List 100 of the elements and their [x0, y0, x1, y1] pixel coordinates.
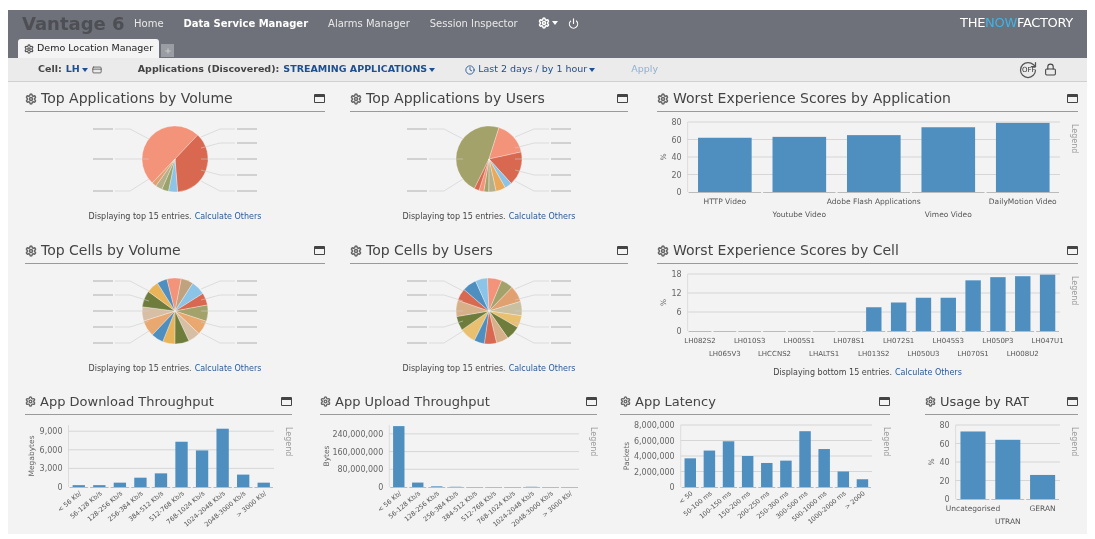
- settings-icon[interactable]: [657, 92, 669, 105]
- bar: [890, 302, 907, 331]
- bar: [257, 482, 270, 487]
- bar: [921, 127, 976, 192]
- settings-icon[interactable]: [620, 396, 631, 408]
- legend-label: Legend: [882, 426, 891, 456]
- time-range-dropdown[interactable]: Last 2 days / by 1 hour: [478, 62, 596, 77]
- tick-label: 160,000,000: [332, 447, 384, 457]
- settings-icon[interactable]: [657, 244, 669, 257]
- settings-icon: [24, 43, 34, 54]
- nav-link[interactable]: Session Inspector: [429, 15, 518, 31]
- tick-label: 40: [671, 153, 682, 162]
- settings-icon[interactable]: [350, 244, 362, 257]
- cell-label: Cell:: [38, 62, 62, 77]
- cell-dropdown[interactable]: LH: [65, 62, 88, 77]
- legend-label: Legend: [1070, 124, 1079, 154]
- bar: [216, 428, 229, 487]
- minimize-icon[interactable]: [617, 94, 628, 103]
- panel-title: Worst Experience Scores by Cell: [673, 241, 899, 260]
- bar: [847, 135, 901, 192]
- tick-label: 60: [671, 135, 682, 145]
- caret-icon: [81, 67, 88, 72]
- bar: [915, 297, 932, 331]
- clock-icon: [465, 64, 476, 75]
- bar: [93, 484, 106, 487]
- footer-note: Displaying top 15 entries.: [88, 211, 192, 223]
- minimize-icon[interactable]: [1067, 397, 1078, 407]
- minimize-icon[interactable]: [879, 397, 890, 407]
- panel-title: App Upload Throughput: [335, 393, 490, 411]
- bar: [741, 455, 754, 487]
- caret-icon: [551, 21, 558, 25]
- lock-icon[interactable]: [1044, 63, 1057, 76]
- tick-label: 3,000: [39, 463, 63, 473]
- settings-icon[interactable]: [320, 396, 331, 408]
- bar: [195, 449, 209, 487]
- nav-link[interactable]: Alarms Manager: [328, 15, 410, 31]
- footer-note: Displaying top 15 entries.: [88, 363, 192, 375]
- minimize-icon[interactable]: [314, 94, 325, 103]
- legend-label: Legend: [1070, 426, 1079, 456]
- settings-icon[interactable]: [25, 92, 37, 105]
- minimize-icon[interactable]: [617, 246, 628, 255]
- tick-label: 6,000,000: [634, 436, 675, 445]
- bar: [780, 460, 792, 487]
- tick-label: 40: [939, 457, 950, 467]
- calculate-others-link[interactable]: Calculate Others: [895, 367, 962, 379]
- power-icon[interactable]: [567, 17, 579, 29]
- calculate-others-link[interactable]: Calculate Others: [508, 211, 576, 223]
- tick-label: 2,000,000: [634, 467, 675, 476]
- tick-label: 0: [944, 494, 950, 504]
- settings-icon[interactable]: [25, 244, 37, 257]
- settings-icon[interactable]: [25, 396, 36, 408]
- tab[interactable]: Demo Location Manager: [18, 39, 160, 58]
- minimize-icon[interactable]: [281, 397, 292, 407]
- bar: [761, 462, 773, 487]
- panel-title: Worst Experience Scores by Application: [673, 89, 951, 108]
- bar: [722, 440, 735, 487]
- minimize-icon[interactable]: [1067, 94, 1078, 103]
- tick-label: 80: [939, 420, 950, 430]
- minimize-icon[interactable]: [1067, 246, 1078, 255]
- calculate-others-link[interactable]: Calculate Others: [194, 211, 262, 223]
- bar: [684, 457, 696, 487]
- legend-label: Legend: [589, 426, 598, 456]
- panel-title: App Download Throughput: [40, 393, 214, 411]
- minimize-icon[interactable]: [314, 246, 325, 255]
- bar: [393, 425, 405, 487]
- tick-label: 8,000,000: [634, 420, 675, 430]
- tick-label: 0: [676, 188, 682, 197]
- tick-label: 6,000: [39, 445, 63, 455]
- bar: [990, 277, 1006, 331]
- calculate-others-link[interactable]: Calculate Others: [194, 363, 262, 375]
- minimize-icon[interactable]: [586, 397, 597, 407]
- nav-link[interactable]: Home: [134, 15, 164, 31]
- bar: [703, 450, 716, 487]
- legend-label: Legend: [284, 426, 293, 456]
- applications-dropdown[interactable]: STREAMING APPLICATIONS: [283, 62, 436, 77]
- tick-label: 0: [57, 482, 63, 492]
- bar: [772, 136, 827, 192]
- settings-icon[interactable]: [925, 396, 936, 408]
- tick-label: 240,000,000: [332, 429, 384, 439]
- brand-logo: THENOWFACTORY: [960, 14, 1073, 33]
- bar: [412, 482, 424, 487]
- card-icon[interactable]: [91, 64, 102, 75]
- refresh-icon[interactable]: [1018, 59, 1038, 80]
- bar: [866, 307, 882, 331]
- tick-label: 20: [939, 476, 950, 485]
- bar: [856, 478, 869, 487]
- panel-title: App Latency: [635, 393, 716, 411]
- tick-label: 6: [676, 308, 682, 317]
- bar: [134, 477, 147, 487]
- bar: [799, 430, 811, 487]
- tick-label: 0: [378, 482, 384, 492]
- nav-link[interactable]: Data Service Manager: [183, 15, 309, 31]
- bar: [154, 472, 168, 487]
- calculate-others-link[interactable]: Calculate Others: [508, 363, 576, 375]
- footer-note: Displaying top 15 entries.: [402, 211, 506, 223]
- tick-label: 18: [671, 270, 682, 279]
- settings-icon[interactable]: [350, 92, 362, 105]
- bar: [698, 137, 752, 192]
- tick-label: 80,000,000: [337, 464, 384, 474]
- panel-title: Usage by RAT: [940, 393, 1030, 411]
